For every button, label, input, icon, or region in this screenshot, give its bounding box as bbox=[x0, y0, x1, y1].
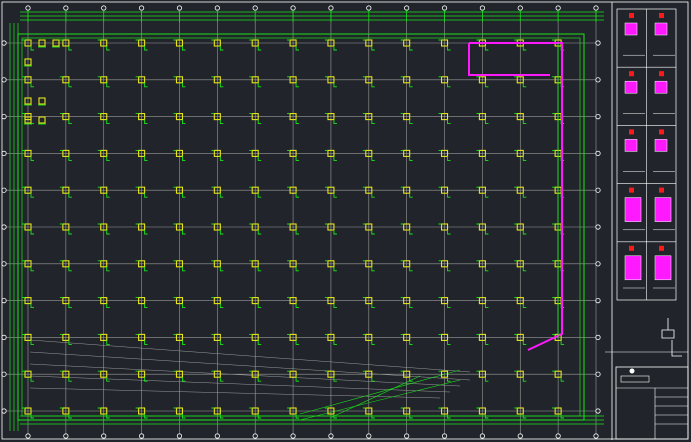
column-section-detail bbox=[654, 197, 672, 222]
axis-bubble-bottom bbox=[593, 433, 599, 439]
axis-bubble-left bbox=[1, 77, 7, 83]
title-block bbox=[615, 366, 689, 440]
axis-bubble-top bbox=[25, 5, 31, 11]
axis-bubble-left bbox=[1, 40, 7, 46]
axis-grid bbox=[1, 5, 601, 439]
axis-bubble-right bbox=[595, 224, 601, 230]
column-marker-extra bbox=[38, 116, 46, 124]
axis-bubble-left bbox=[1, 297, 7, 304]
axis-bubble-bottom bbox=[555, 433, 561, 439]
column-section-detail bbox=[654, 139, 668, 152]
ramp-line-green bbox=[299, 369, 461, 415]
column-section-detail bbox=[624, 255, 642, 281]
axis-bubble-right bbox=[595, 77, 601, 83]
axis-bubble-top bbox=[252, 5, 258, 11]
axis-bubble-top bbox=[555, 5, 561, 11]
node-detail bbox=[661, 318, 682, 357]
axis-bubble-top bbox=[176, 5, 183, 11]
title-logo bbox=[629, 368, 635, 374]
column-section-detail bbox=[654, 22, 668, 36]
section-tag bbox=[629, 129, 634, 135]
title-block-frame bbox=[615, 366, 689, 440]
section-tag bbox=[629, 245, 634, 251]
axis-bubble-left bbox=[1, 187, 7, 193]
axis-bubble-right bbox=[595, 334, 601, 340]
axis-bubble-top bbox=[404, 5, 410, 11]
column-section-detail bbox=[624, 197, 642, 222]
axis-bubble-right bbox=[595, 114, 601, 120]
axis-bubble-top bbox=[517, 5, 523, 11]
column-section-detail bbox=[654, 80, 668, 94]
axis-bubble-top bbox=[366, 5, 372, 11]
column-section-detail bbox=[654, 255, 672, 281]
axis-bubble-top bbox=[290, 5, 296, 11]
detail-panel bbox=[605, 8, 688, 357]
axis-bubble-right bbox=[595, 408, 601, 414]
outer-frame bbox=[1, 1, 689, 440]
axis-bubble-bottom bbox=[63, 433, 69, 439]
section-tag bbox=[629, 187, 634, 193]
section-tag bbox=[659, 187, 664, 193]
ramp-line-green bbox=[299, 379, 461, 421]
section-tag bbox=[659, 13, 664, 18]
axis-bubble-bottom bbox=[101, 433, 107, 439]
axis-bubble-top bbox=[593, 5, 599, 11]
axis-bubble-bottom bbox=[441, 433, 448, 439]
axis-bubble-bottom bbox=[252, 433, 258, 439]
axis-bubble-right bbox=[595, 371, 601, 377]
section-tag bbox=[659, 71, 664, 77]
axis-bubble-left bbox=[1, 261, 7, 267]
axis-bubble-top bbox=[63, 5, 69, 11]
axis-bubble-left bbox=[1, 224, 7, 230]
axis-bubble-left bbox=[1, 114, 7, 120]
axis-bubble-top bbox=[479, 5, 485, 11]
axis-bubble-right bbox=[595, 40, 601, 46]
axis-bubble-bottom bbox=[404, 433, 410, 439]
axis-bubble-right bbox=[595, 261, 601, 267]
cad-drawing-canvas[interactable] bbox=[0, 0, 691, 442]
axis-bubble-right bbox=[595, 297, 601, 304]
axis-bubble-right bbox=[595, 187, 601, 193]
axis-bubble-bottom bbox=[176, 433, 183, 439]
column-section-detail bbox=[624, 139, 638, 152]
axis-bubble-bottom bbox=[214, 433, 220, 439]
axis-bubble-top bbox=[101, 5, 107, 11]
column-section-detail bbox=[624, 22, 638, 36]
axis-bubble-top bbox=[139, 5, 145, 11]
axis-bubble-top bbox=[214, 5, 220, 11]
column-section-detail bbox=[624, 80, 638, 94]
axis-bubble-left bbox=[1, 408, 7, 414]
axis-bubble-bottom bbox=[366, 433, 372, 439]
section-tag bbox=[659, 245, 664, 251]
axis-bubble-left bbox=[1, 150, 7, 156]
highlight-room bbox=[468, 43, 550, 76]
axis-bubble-top bbox=[441, 5, 448, 11]
section-tag bbox=[629, 71, 634, 77]
axis-bubble-bottom bbox=[139, 433, 145, 439]
axis-bubble-top bbox=[328, 5, 334, 11]
axis-bubble-bottom bbox=[25, 433, 31, 439]
section-tag bbox=[659, 129, 664, 135]
ramp-line bbox=[29, 363, 461, 387]
axis-bubble-bottom bbox=[328, 433, 334, 439]
axis-bubble-right bbox=[595, 150, 601, 156]
axis-bubble-left bbox=[1, 371, 7, 377]
axis-bubble-bottom bbox=[479, 433, 485, 439]
building-outline bbox=[9, 10, 604, 431]
column-marker-extra bbox=[38, 97, 46, 105]
title-name-box bbox=[620, 375, 650, 383]
axis-bubble-left bbox=[1, 334, 7, 340]
axis-bubble-bottom bbox=[517, 433, 523, 439]
axis-bubble-bottom bbox=[290, 433, 296, 439]
section-tag bbox=[629, 13, 634, 18]
